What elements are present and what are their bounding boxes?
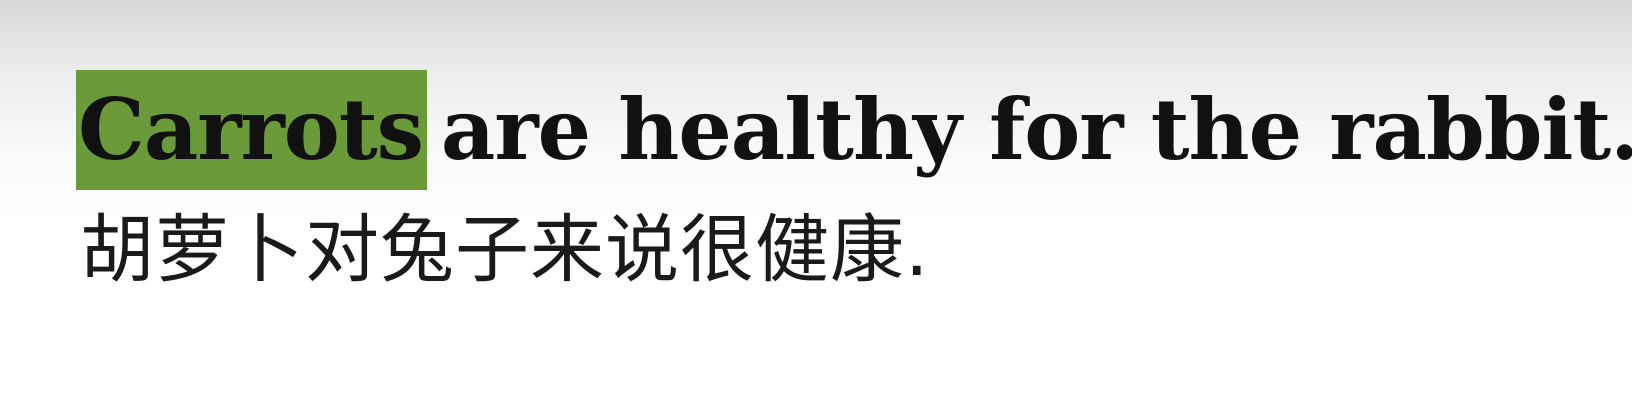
flashcard: Carrots are healthy for the rabbit. 胡萝卜对兔… [0, 0, 1632, 416]
highlighted-word: Carrots [76, 70, 427, 190]
chinese-translation: 胡萝卜对兔子来说很健康. [80, 207, 930, 293]
sentence-rest: are healthy for the rabbit. [440, 80, 1632, 179]
english-sentence: Carrots are healthy for the rabbit. [76, 70, 1632, 190]
